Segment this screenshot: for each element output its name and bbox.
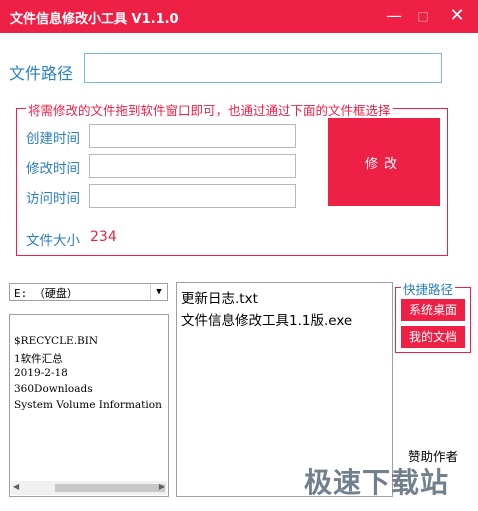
directory-item[interactable]: $RECYCLE.BIN xyxy=(14,335,98,347)
file-path-input[interactable] xyxy=(84,53,442,83)
modified-time-input[interactable] xyxy=(89,154,296,178)
file-list-item[interactable]: 文件信息修改工具1.1版.exe xyxy=(181,309,352,329)
file-list-item[interactable]: 更新日志.txt xyxy=(181,287,258,307)
accessed-time-label: 访问时间 xyxy=(26,191,80,207)
title-bar: 文件信息修改小工具 V1.1.0 — □ ✕ xyxy=(0,0,478,33)
horizontal-scrollbar[interactable]: ◀ ▶ xyxy=(11,481,167,495)
scroll-left-icon[interactable]: ◀ xyxy=(13,482,19,491)
scrollbar-thumb[interactable] xyxy=(55,484,165,492)
directory-list[interactable]: $RECYCLE.BIN 1软件汇总 2019-2-18 360Download… xyxy=(9,314,169,497)
window-title: 文件信息修改小工具 V1.1.0 xyxy=(10,12,179,27)
file-size-label: 文件大小 xyxy=(26,233,80,249)
drive-select-value: E: （硬盘） xyxy=(14,287,78,300)
modify-button[interactable]: 修改 xyxy=(328,118,440,206)
close-icon[interactable]: ✕ xyxy=(446,6,468,26)
minimize-icon[interactable]: — xyxy=(383,6,405,26)
directory-item[interactable]: System Volume Information xyxy=(14,399,162,411)
quick-path-legend: 快捷路径 xyxy=(401,279,456,298)
modified-time-label: 修改时间 xyxy=(26,161,80,177)
file-path-label: 文件路径 xyxy=(9,64,74,83)
created-time-label: 创建时间 xyxy=(26,131,80,147)
directory-item[interactable]: 360Downloads xyxy=(14,383,93,395)
maximize-icon[interactable]: □ xyxy=(412,6,434,26)
directory-item[interactable]: 2019-2-18 xyxy=(14,367,68,379)
scroll-right-icon[interactable]: ▶ xyxy=(159,482,165,491)
drive-select[interactable]: E: （硬盘） ▼ xyxy=(9,283,168,301)
chevron-down-icon[interactable]: ▼ xyxy=(150,284,167,300)
directory-item[interactable]: 1软件汇总 xyxy=(14,351,63,366)
file-info-group-legend: 将需修改的文件拖到软件窗口即可，也通过通过下面的文件框选择 xyxy=(26,100,393,119)
watermark-logo: 极速下载站 xyxy=(304,466,450,499)
documents-button[interactable]: 我的文档 xyxy=(401,326,465,348)
accessed-time-input[interactable] xyxy=(89,184,296,208)
created-time-input[interactable] xyxy=(89,124,296,148)
desktop-button[interactable]: 系统桌面 xyxy=(401,299,465,321)
file-size-value: 234 xyxy=(90,229,117,245)
